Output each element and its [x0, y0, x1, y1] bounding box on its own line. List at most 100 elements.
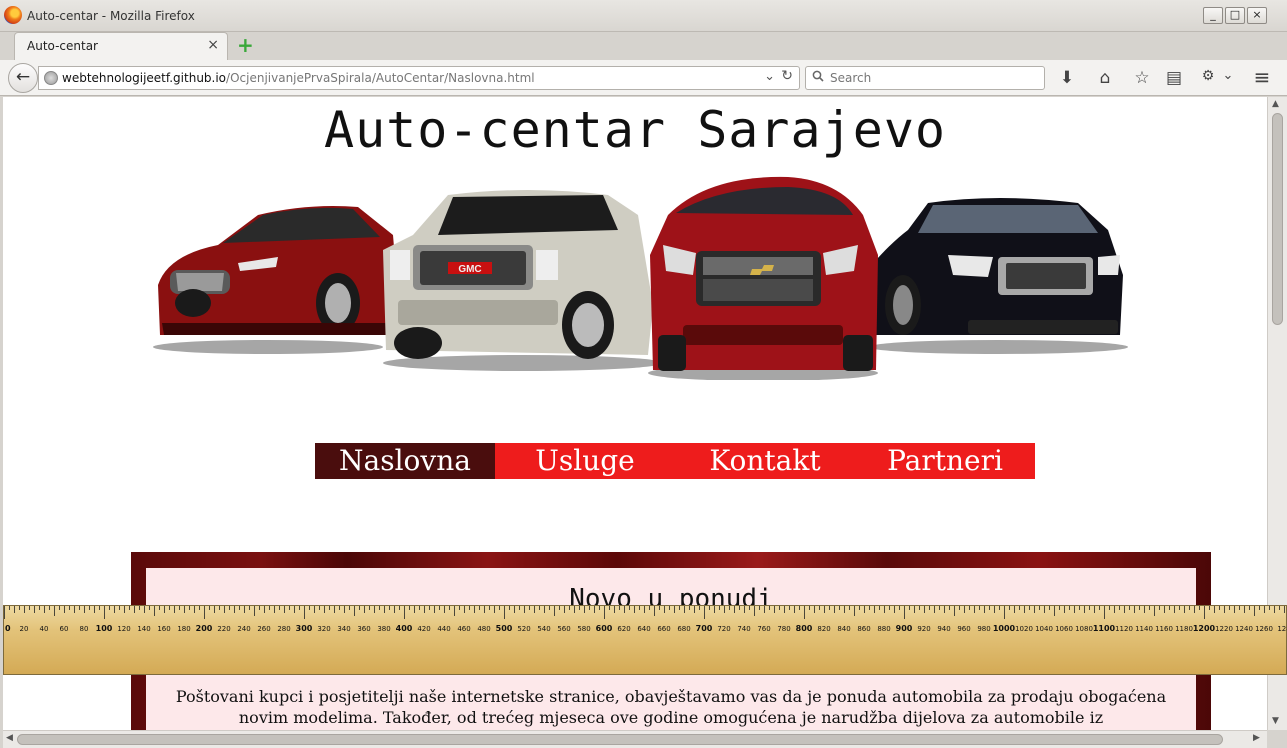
extension-icon[interactable]: ⚙ — [1197, 68, 1219, 84]
minimize-button[interactable]: _ — [1203, 7, 1223, 24]
search-input[interactable]: Search — [805, 66, 1045, 90]
menu-item-partneri[interactable]: Partneri — [855, 443, 1035, 479]
bookmark-star-icon[interactable]: ☆ — [1131, 68, 1153, 88]
ruler-label: 220 — [217, 625, 230, 633]
ruler-label: 440 — [437, 625, 450, 633]
url-host: webtehnologijeetf.github.io — [62, 71, 227, 85]
gmc-badge-text: GMC — [458, 264, 481, 275]
ruler-label: 1080 — [1075, 625, 1093, 633]
home-icon[interactable]: ⌂ — [1094, 68, 1116, 88]
ruler-label: 60 — [60, 625, 69, 633]
new-tab-icon[interactable]: + — [237, 33, 254, 57]
horizontal-scroll-thumb[interactable] — [17, 734, 1223, 745]
screen-ruler-overlay[interactable]: 0 20 40 60 80 100 120 140 160 180 200 220 240 260 280 3… — [3, 605, 1287, 675]
ruler-label: 320 — [317, 625, 330, 633]
ruler-label: 280 — [277, 625, 290, 633]
ruler-label: 980 — [977, 625, 990, 633]
ruler-label: 520 — [517, 625, 530, 633]
reload-icon[interactable]: ↻ — [781, 68, 793, 84]
ruler-label: 260 — [257, 625, 270, 633]
ruler-label: 1260 — [1255, 625, 1273, 633]
site-title: Auto-centar Sarajevo — [323, 101, 947, 159]
ruler-label: 560 — [557, 625, 570, 633]
ruler-label: 460 — [457, 625, 470, 633]
ruler-label: 480 — [477, 625, 490, 633]
ruler-label: 500 — [496, 624, 513, 633]
ruler-label: 0 — [5, 624, 11, 633]
ruler-label: 620 — [617, 625, 630, 633]
ruler-label: 180 — [177, 625, 190, 633]
ruler-label: 1180 — [1175, 625, 1193, 633]
maximize-button[interactable]: □ — [1225, 7, 1245, 24]
tab-strip: Auto-centar × + — [0, 32, 1287, 60]
ruler-label: 860 — [857, 625, 870, 633]
close-window-button[interactable]: × — [1247, 7, 1267, 24]
ruler-label: 240 — [237, 625, 250, 633]
black-cadillac-car — [863, 198, 1123, 335]
vertical-scroll-thumb[interactable] — [1272, 113, 1283, 325]
ruler-label: 1200 — [1193, 624, 1216, 633]
ruler-label: 120 — [117, 625, 130, 633]
red-chevrolet-suv — [650, 176, 878, 371]
news-text: Poštovani kupci i posjetitelji naše inte… — [175, 687, 1167, 727]
silver-gmc-truck: GMC — [383, 190, 653, 359]
globe-icon — [44, 71, 58, 85]
firefox-logo-icon — [4, 6, 22, 24]
ruler-label: 80 — [80, 625, 89, 633]
download-icon[interactable]: ⬇ — [1056, 68, 1078, 88]
horizontal-scrollbar[interactable]: ◀ ▶ — [3, 730, 1267, 748]
ruler-label: 340 — [337, 625, 350, 633]
ruler-label: 1000 — [993, 624, 1016, 633]
search-icon — [812, 70, 824, 86]
tab-close-icon[interactable]: × — [207, 37, 219, 53]
ruler-label: 820 — [817, 625, 830, 633]
ruler-label: 700 — [696, 624, 713, 633]
scroll-left-arrow-icon[interactable]: ◀ — [6, 733, 13, 743]
ruler-label: 420 — [417, 625, 430, 633]
ruler-label: 200 — [196, 624, 213, 633]
ruler-label: 900 — [896, 624, 913, 633]
ruler-label: 1040 — [1035, 625, 1053, 633]
tab-auto-centar[interactable]: Auto-centar × — [14, 32, 228, 60]
ruler-label: 600 — [596, 624, 613, 633]
tab-title: Auto-centar — [27, 39, 98, 53]
ruler-label: 160 — [157, 625, 170, 633]
search-placeholder: Search — [830, 71, 872, 85]
ruler-label: 380 — [377, 625, 390, 633]
ruler-label: 360 — [357, 625, 370, 633]
hamburger-menu-icon[interactable]: ≡ — [1251, 65, 1273, 89]
navigation-toolbar: ← webtehnologijeetf.github.io/Ocjenjivan… — [0, 60, 1287, 96]
ruler-label: 960 — [957, 625, 970, 633]
chevron-down-icon[interactable]: ⌄ — [1217, 68, 1239, 83]
ruler-label: 1100 — [1093, 624, 1116, 633]
reading-list-icon[interactable]: ▤ — [1163, 68, 1185, 88]
url-path: /OcjenjivanjePrvaSpirala/AutoCentar/Nasl… — [226, 71, 535, 85]
url-bar[interactable]: webtehnologijeetf.github.io/Ocjenjivanje… — [38, 66, 800, 90]
ruler-label: 400 — [396, 624, 413, 633]
main-menu: Naslovna Usluge Kontakt Partneri — [315, 443, 1035, 479]
ruler-label: 880 — [877, 625, 890, 633]
scroll-right-arrow-icon[interactable]: ▶ — [1253, 733, 1260, 743]
ruler-label: 540 — [537, 625, 550, 633]
url-text[interactable]: webtehnologijeetf.github.io/Ocjenjivanje… — [62, 71, 535, 85]
menu-item-naslovna[interactable]: Naslovna — [315, 443, 495, 479]
ruler-label: 720 — [717, 625, 730, 633]
scroll-down-arrow-icon[interactable]: ▼ — [1272, 716, 1279, 726]
menu-item-kontakt[interactable]: Kontakt — [675, 443, 855, 479]
back-button[interactable]: ← — [8, 63, 38, 93]
ruler-label: 1160 — [1155, 625, 1173, 633]
chevron-down-icon[interactable]: ⌄ — [764, 69, 775, 84]
ruler-label: 940 — [937, 625, 950, 633]
ruler-label: 740 — [737, 625, 750, 633]
ruler-label: 1060 — [1055, 625, 1073, 633]
menu-item-usluge[interactable]: Usluge — [495, 443, 675, 479]
scroll-up-arrow-icon[interactable]: ▲ — [1272, 99, 1279, 109]
ruler-label: 300 — [296, 624, 313, 633]
ruler-label: 40 — [40, 625, 49, 633]
red-sedan-car — [158, 206, 398, 335]
ruler-label: 640 — [637, 625, 650, 633]
ruler-label: 780 — [777, 625, 790, 633]
ruler-label: 140 — [137, 625, 150, 633]
ruler-label: 760 — [757, 625, 770, 633]
ruler-label: 128 — [1277, 625, 1287, 633]
